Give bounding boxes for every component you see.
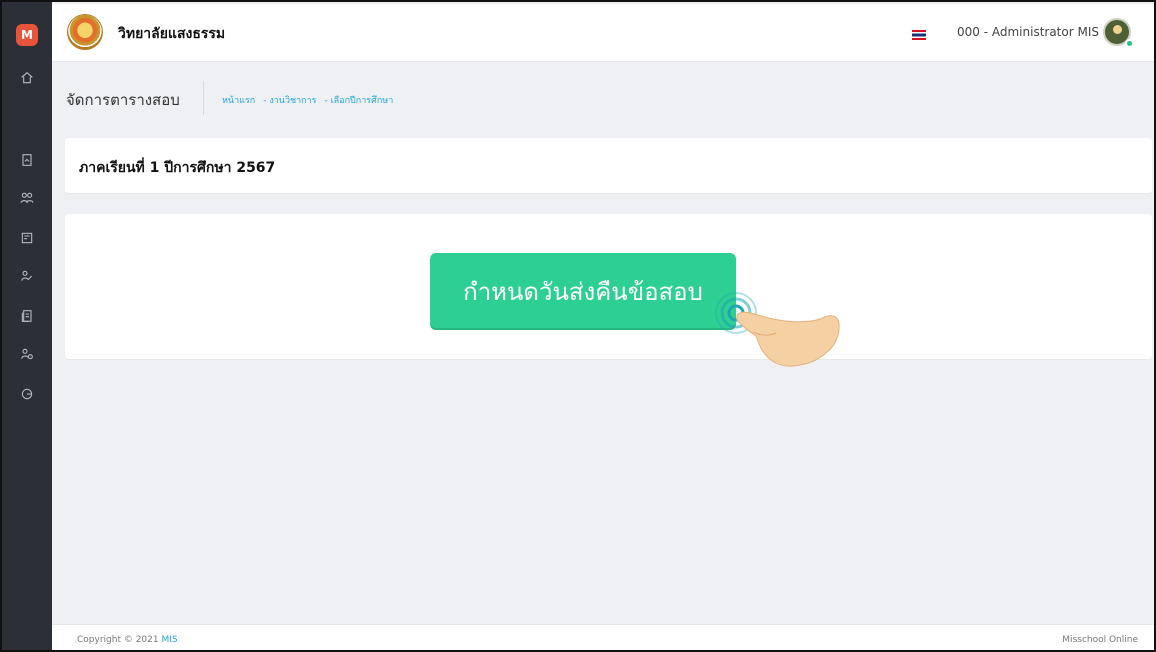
- online-status-indicator: [1125, 39, 1134, 48]
- book-icon[interactable]: [17, 306, 37, 326]
- school-name: วิทยาลัยแสงธรรม: [118, 26, 226, 42]
- semester-title: ภาคเรียนที่ 1 ปีการศึกษา 2567: [79, 160, 276, 176]
- semester-card: ภาคเรียนที่ 1 ปีการศึกษา 2567: [65, 138, 1152, 193]
- school-logo: [67, 14, 103, 50]
- users-icon[interactable]: [17, 188, 37, 208]
- page-header: จัดการตารางสอบ หน้าแรก - งานวิชาการ - เล…: [52, 64, 1154, 136]
- top-navigation: วิทยาลัยแสงธรรม 000 - Administrator MIS: [52, 4, 1154, 62]
- thai-flag-icon[interactable]: [912, 30, 926, 40]
- user-settings-icon[interactable]: [17, 344, 37, 364]
- breadcrumb: หน้าแรก - งานวิชาการ - เลือกปีการศึกษา: [222, 93, 393, 107]
- footer-brand: Misschool Online: [1062, 635, 1138, 645]
- user-name[interactable]: 000 - Administrator MIS: [957, 25, 1099, 39]
- app-logo[interactable]: M: [16, 24, 38, 46]
- copyright-prefix: Copyright © 2021: [77, 635, 159, 645]
- edit-user-icon[interactable]: [17, 266, 37, 286]
- logout-icon[interactable]: [17, 384, 37, 404]
- document-icon[interactable]: [17, 150, 37, 170]
- app-window: M วิทยาลัยแสงธรรม 000 - Administrator MI…: [0, 0, 1156, 652]
- sidebar: M: [2, 2, 52, 650]
- breadcrumb-select-year-link[interactable]: - เลือกปีการศึกษา: [325, 93, 394, 107]
- home-icon[interactable]: [17, 68, 37, 88]
- title-divider: [203, 81, 204, 115]
- set-return-exam-date-button[interactable]: กำหนดวันส่งคืนข้อสอบ: [430, 253, 736, 330]
- copyright-text: Copyright © 2021 MIS: [77, 635, 178, 645]
- breadcrumb-academic-link[interactable]: - งานวิชาการ: [263, 93, 316, 107]
- breadcrumb-home-link[interactable]: หน้าแรก: [222, 93, 255, 107]
- footer: Copyright © 2021 MIS Misschool Online: [52, 624, 1154, 650]
- page-title: จัดการตารางสอบ: [66, 91, 180, 109]
- calendar-icon[interactable]: [17, 228, 37, 248]
- action-card: กำหนดวันส่งคืนข้อสอบ: [65, 214, 1152, 367]
- copyright-brand-link[interactable]: MIS: [161, 635, 177, 645]
